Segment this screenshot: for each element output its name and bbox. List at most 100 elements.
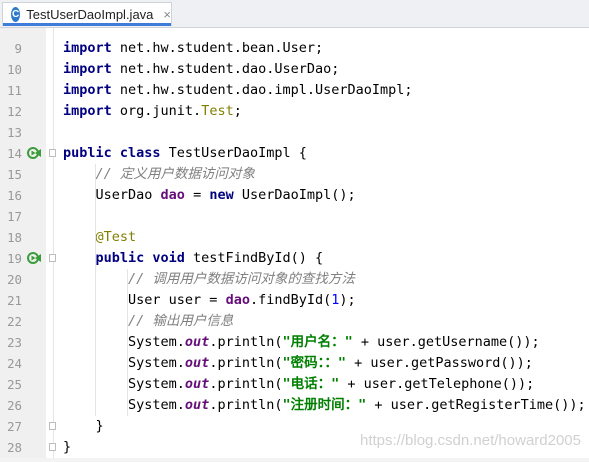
code-line[interactable]: 15 // 定义用户数据访问对象: [0, 164, 589, 185]
code-token: // 输出用户信息: [128, 313, 234, 329]
line-number: 18: [7, 230, 22, 245]
java-class-icon: C: [11, 7, 21, 22]
code-token: .findById(: [249, 292, 332, 308]
code-text: // 定义用户数据访问对象: [63, 164, 255, 185]
code-token: }: [63, 418, 104, 434]
code-token: .println(: [209, 397, 283, 413]
tab-title: TestUserDaoImpl.java: [26, 7, 154, 22]
code-token: ;: [233, 103, 242, 119]
code-line[interactable]: 19 public void testFindById() {: [0, 248, 589, 269]
line-number: 15: [7, 167, 22, 182]
code-text: System.out.println("用户名：" + user.getUser…: [63, 332, 540, 353]
code-line[interactable]: 18 @Test: [0, 227, 589, 248]
code-line[interactable]: 13: [0, 122, 589, 143]
code-token: + user.getRegisterTime());: [366, 397, 586, 413]
code-line[interactable]: 20 // 调用用户数据访问对象的查找方法: [0, 269, 589, 290]
code-token: org.junit.: [111, 103, 202, 119]
code-line[interactable]: 12 import org.junit.Test;: [0, 101, 589, 122]
code-text: public class TestUserDaoImpl {: [63, 143, 307, 164]
code-token: }: [63, 439, 72, 455]
line-number: 11: [7, 83, 22, 98]
line-number: 24: [7, 356, 22, 371]
code-token: + user.getPassword());: [345, 355, 533, 371]
code-token: TestUserDaoImpl {: [160, 145, 307, 161]
code-token: =: [184, 187, 210, 203]
code-token: // 定义用户数据访问对象: [95, 166, 255, 182]
code-token: @Test: [95, 229, 137, 245]
code-token: dao: [160, 187, 185, 203]
code-text: }: [63, 437, 71, 458]
code-text: import net.hw.student.dao.impl.UserDaoIm…: [63, 80, 413, 101]
run-test-icon[interactable]: [27, 251, 41, 265]
code-line[interactable]: 22 // 输出用户信息: [0, 311, 589, 332]
code-token: "注册时间：": [282, 397, 367, 413]
code-token: + user.getTelephone());: [339, 376, 535, 392]
fold-marker-icon[interactable]: [49, 422, 56, 430]
indent-guide: [95, 164, 96, 416]
line-number: 23: [7, 335, 22, 350]
code-token: public class: [63, 145, 161, 161]
editor-tab[interactable]: C TestUserDaoImpl.java ×: [2, 2, 172, 26]
code-text: @Test: [63, 227, 137, 248]
fold-marker-icon[interactable]: [49, 149, 56, 157]
code-text: // 输出用户信息: [63, 311, 233, 332]
line-number: 26: [7, 398, 22, 413]
code-line[interactable]: 21 User user = dao.findById(1);: [0, 290, 589, 311]
code-line[interactable]: 24 System.out.println("密码：：" + user.getP…: [0, 353, 589, 374]
editor-tab-bar: C TestUserDaoImpl.java ×: [0, 0, 589, 28]
line-number: 9: [14, 41, 22, 56]
code-token: new: [209, 187, 234, 203]
code-token: System.: [63, 334, 185, 350]
code-text: import org.junit.Test;: [63, 101, 242, 122]
line-number: 25: [7, 377, 22, 392]
run-test-icon[interactable]: [27, 146, 41, 160]
line-number: 22: [7, 314, 22, 329]
code-token: testFindById() {: [184, 250, 324, 266]
code-token: .println(: [209, 334, 283, 350]
line-number: 21: [7, 293, 22, 308]
code-token: System.: [63, 376, 185, 392]
fold-marker-icon[interactable]: [49, 443, 56, 451]
code-token: User user =: [63, 292, 226, 308]
code-token: net.hw.student.bean.User;: [111, 40, 324, 56]
indent-guide: [127, 269, 128, 416]
code-text: System.out.println("密码：：" + user.getPass…: [63, 353, 533, 374]
code-token: out: [184, 397, 210, 413]
code-token: public void: [95, 250, 185, 266]
code-token: UserDaoImpl();: [233, 187, 356, 203]
code-line[interactable]: 17: [0, 206, 589, 227]
code-line[interactable]: 14 public class TestUserDaoImpl {: [0, 143, 589, 164]
active-tab-indicator: [3, 23, 171, 26]
code-line[interactable]: 23 System.out.println("用户名：" + user.getU…: [0, 332, 589, 353]
close-tab-icon[interactable]: ×: [163, 7, 171, 22]
code-line[interactable]: 25 System.out.println("电话：" + user.getTe…: [0, 374, 589, 395]
line-number: 12: [7, 104, 22, 119]
code-token: dao: [225, 292, 250, 308]
code-line[interactable]: 9 import net.hw.student.bean.User;: [0, 38, 589, 59]
code-token: System.: [63, 355, 185, 371]
code-text: import net.hw.student.dao.UserDao;: [63, 59, 339, 80]
code-token: .println(: [209, 355, 283, 371]
code-text: import net.hw.student.bean.User;: [63, 38, 323, 59]
code-token: out: [184, 355, 210, 371]
line-number: 13: [7, 125, 22, 140]
code-line[interactable]: 26 System.out.println("注册时间：" + user.get…: [0, 395, 589, 416]
code-text: public void testFindById() {: [63, 248, 324, 269]
watermark: https://blog.csdn.net/howard2005: [360, 432, 581, 449]
code-line[interactable]: 16 UserDao dao = new UserDaoImpl();: [0, 185, 589, 206]
code-line[interactable]: 11 import net.hw.student.dao.impl.UserDao…: [0, 80, 589, 101]
code-text: }: [63, 416, 104, 437]
code-text: // 调用用户数据访问对象的查找方法: [63, 269, 355, 290]
line-number: 16: [7, 188, 22, 203]
code-token: import: [63, 103, 112, 119]
code-text: User user = dao.findById(1);: [63, 290, 356, 311]
code-token: import: [63, 40, 112, 56]
line-number: 14: [7, 146, 22, 161]
code-text: System.out.println("电话：" + user.getTelep…: [63, 374, 534, 395]
code-token: out: [184, 376, 210, 392]
fold-marker-icon[interactable]: [49, 254, 56, 262]
editor-bottom-edge: [0, 458, 589, 462]
code-line[interactable]: 10 import net.hw.student.dao.UserDao;: [0, 59, 589, 80]
